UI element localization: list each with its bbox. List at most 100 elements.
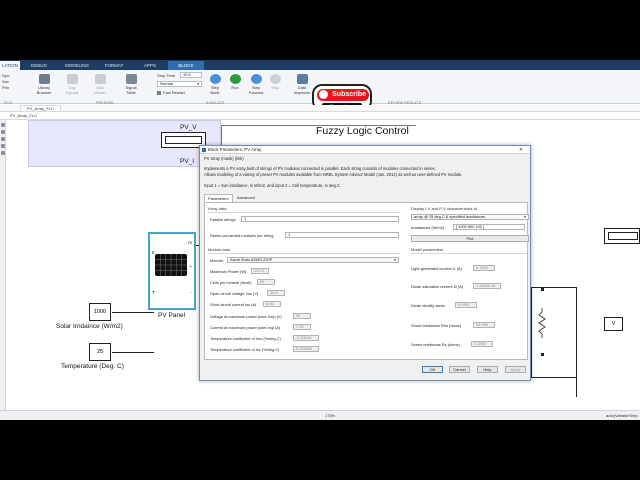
parallel-strings-label: Parallel strings <box>210 217 236 222</box>
image-icon[interactable] <box>1 151 5 155</box>
matlab-logo-icon <box>202 148 206 152</box>
stop-button[interactable]: Stop <box>268 74 282 90</box>
arrow-icon[interactable] <box>1 137 5 141</box>
solver-indicator[interactable]: auto(VariableStep <box>606 413 638 418</box>
description-line-1: Implements a PV array built of strings o… <box>204 166 436 171</box>
add-viewer-button[interactable]: Add Viewer <box>90 74 110 95</box>
data-inspector-label: Data Inspector <box>293 85 311 95</box>
circuit-wire-1 <box>531 287 532 377</box>
param-label: Light-generated current IL (A) <box>411 266 462 271</box>
irradiance-constant-block[interactable]: 1000 <box>89 303 111 321</box>
parallel-strings-input[interactable]: 1 <box>241 216 399 222</box>
series-modules-input[interactable]: 1 <box>285 232 399 238</box>
close-icon[interactable]: ✕ <box>512 146 530 154</box>
log-signals-icon <box>66 74 78 84</box>
resistor-block[interactable] <box>538 308 546 338</box>
param-label: Voltage at maximum power point Vmp (V) <box>210 314 282 319</box>
irradiances-input[interactable]: [ 1000 500 100 ] <box>453 224 525 230</box>
tab-debug[interactable]: DEBUG <box>28 61 50 70</box>
matlab-simulink-window: LATION DEBUG MODELING FORMAT APPS BLOCK … <box>0 60 640 420</box>
add-viewer-label: Add Viewer <box>93 85 107 95</box>
cancel-button[interactable]: Cancel <box>449 366 470 373</box>
array-data-heading: Array data <box>208 206 227 211</box>
data-inspector-button[interactable]: Data Inspector <box>292 74 312 95</box>
module-select[interactable]: Aavid Solar ASMS-220P ▾ <box>227 257 399 263</box>
goto-pv-v-label: PV_V <box>180 124 197 131</box>
step-forward-icon <box>250 74 262 84</box>
cells-per-module-field: 60 <box>257 279 275 285</box>
area-border-left <box>221 125 222 147</box>
pv-panel-label: PV Panel <box>158 312 186 319</box>
circuit-wire-2 <box>531 287 576 288</box>
param-label: Temperature coefficient of Voc (%/deg.C) <box>210 336 281 341</box>
run-button[interactable]: Run <box>228 74 242 90</box>
model-tab-bar: PV_Array_FLC <box>0 105 640 112</box>
ribbon-toolbar: Ope Sav Prin Library Browser Log Signals… <box>0 70 640 111</box>
viewer-icon <box>94 74 106 84</box>
tab-format[interactable]: FORMAT <box>102 61 126 70</box>
display-inner <box>608 232 638 240</box>
fit-icon[interactable] <box>1 130 5 134</box>
simulation-mode-value: Normal <box>160 81 173 86</box>
fast-restart-toggle[interactable]: Fast Restart <box>157 90 185 95</box>
description-line-2: Allows modeling of a variety of preset P… <box>204 172 463 177</box>
tab-advanced[interactable]: Advanced <box>234 194 258 202</box>
pv-panel-block[interactable]: Ir T m + - <box>148 232 196 310</box>
temperature-label: Temperature (Deg. C) <box>61 363 124 370</box>
display-block[interactable] <box>604 228 640 244</box>
model-tab[interactable]: PV_Array_FLC <box>20 105 61 112</box>
stop-time-input[interactable]: 10.0 <box>180 72 202 78</box>
dialog-title: Block Parameters: PV Array <box>208 147 262 152</box>
save-button[interactable]: Sav <box>2 79 16 84</box>
solar-panel-icon <box>155 254 187 276</box>
step-back-icon <box>209 74 221 84</box>
annotation-icon[interactable] <box>1 144 5 148</box>
breadcrumb-model[interactable]: PV_Array_FLC <box>10 113 37 118</box>
ribbon-tab-bar: LATION DEBUG MODELING FORMAT APPS BLOCK <box>0 60 640 70</box>
stop-icon <box>269 74 281 84</box>
isc-field: 8.06 <box>263 301 281 307</box>
plot-button[interactable]: Plot <box>411 235 529 242</box>
chevron-down-icon: ▾ <box>196 81 199 86</box>
voltage-sensor-block[interactable]: V <box>604 317 623 331</box>
display-heading: Display I-V and P-V characteristics of .… <box>411 206 482 211</box>
chevron-down-icon: ▾ <box>393 257 396 262</box>
open-button[interactable]: Ope <box>2 73 16 78</box>
max-power-field: 220.5 <box>251 268 269 274</box>
parameters-pane: Array data Parallel strings 1 Series-con… <box>204 202 529 360</box>
module-data-divider <box>208 253 400 254</box>
signal-table-label: Signal Table <box>125 85 137 95</box>
step-back-button[interactable]: Step Back <box>206 74 224 95</box>
ok-button[interactable]: OK <box>422 366 443 373</box>
signal-table-button[interactable]: Signal Table <box>120 74 142 95</box>
display-select[interactable]: array @ 25 deg.C & specified irradiances… <box>411 214 529 220</box>
param-label: Open circuit voltage Voc (V) <box>210 291 259 296</box>
tab-block[interactable]: BLOCK <box>168 61 204 70</box>
display-select-value: array @ 25 deg.C & specified irradiances <box>414 214 485 219</box>
temperature-signal-line <box>112 352 154 353</box>
temperature-constant-block[interactable]: 25 <box>89 343 111 361</box>
step-forward-button[interactable]: Step Forward <box>246 74 266 95</box>
zoom-icon[interactable] <box>1 123 5 127</box>
simulation-mode-select[interactable]: Normal ▾ <box>157 81 202 87</box>
ideality-factor-field: 0.9367 <box>455 302 477 308</box>
dialog-titlebar: Block Parameters: PV Array ✕ <box>200 146 530 154</box>
isc-coefficient-field: 0.035405 <box>293 346 319 352</box>
tab-parameters[interactable]: Parameters <box>204 194 233 202</box>
voc-field: 36.6 <box>267 290 285 296</box>
tab-apps[interactable]: APPS <box>140 61 160 70</box>
help-button[interactable]: Help <box>477 366 498 373</box>
imp-field: 7.35 <box>293 324 311 330</box>
print-button[interactable]: Prin <box>2 85 16 90</box>
tab-simulation[interactable]: LATION <box>0 61 20 70</box>
block-parameters-dialog: Block Parameters: PV Array ✕ PV array (m… <box>199 145 531 381</box>
irradiance-signal-line <box>112 312 154 313</box>
param-label: Maximum Power (W) <box>210 269 247 274</box>
step-forward-label: Step Forward <box>248 85 264 95</box>
voc-coefficient-field: -0.33644 <box>293 335 319 341</box>
tab-modeling[interactable]: MODELING <box>62 61 92 70</box>
vmp-field: 30 <box>293 313 311 319</box>
library-browser-button[interactable]: Library Browser <box>32 74 56 95</box>
log-signals-button[interactable]: Log Signals <box>62 74 82 95</box>
apply-button[interactable]: Apply <box>505 366 526 373</box>
